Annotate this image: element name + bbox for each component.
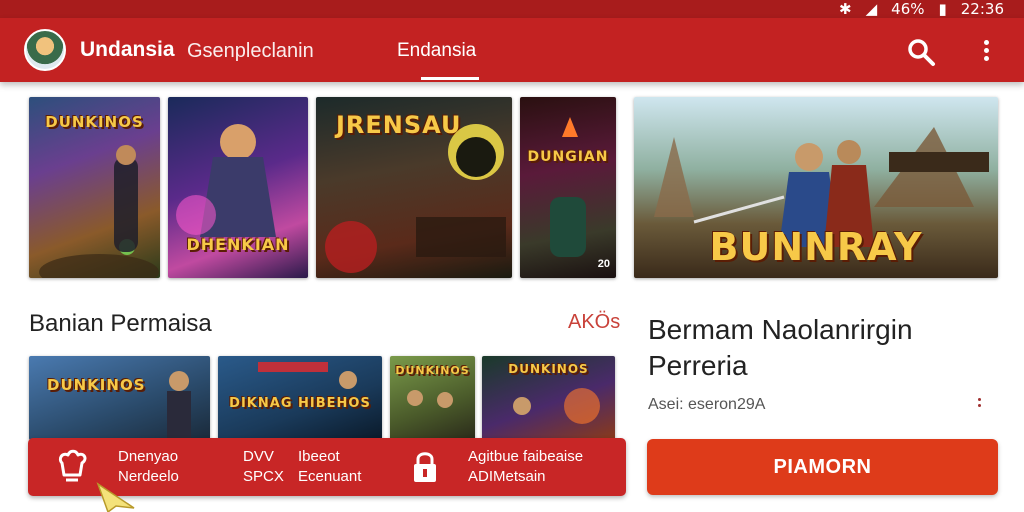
- signal-icon: ◢: [865, 0, 878, 18]
- game-card-art: [167, 371, 191, 440]
- detail-meta: Asei: eseron29A: [648, 396, 766, 413]
- more-vert-icon[interactable]: [975, 37, 997, 67]
- bottom-item-3-line2: Ecenuant: [298, 468, 362, 485]
- game-card-art: [513, 388, 600, 424]
- app-subtitle: Gsenpleclanin: [187, 40, 314, 62]
- bottom-item-2-line2: SPCX: [243, 468, 284, 485]
- game-card-art: [39, 145, 159, 278]
- game-card[interactable]: DIKNAG HIBEHOS: [218, 356, 382, 440]
- game-card[interactable]: JRENSAU: [316, 97, 512, 278]
- play-button[interactable]: PIAMORN: [647, 439, 998, 495]
- detail-more-icon[interactable]: [975, 395, 983, 415]
- game-card[interactable]: DUNGIAN 20: [520, 97, 616, 278]
- tab-active[interactable]: Endansia: [397, 40, 476, 62]
- bottom-item-4[interactable]: Agitbue faibeaise ADIMetsain: [468, 447, 583, 487]
- game-card-art: [550, 117, 586, 257]
- battery-percent: 46%: [891, 0, 925, 18]
- bluetooth-icon: ✱: [839, 0, 852, 18]
- bottom-item-2-line1: DVV: [243, 448, 274, 465]
- game-card[interactable]: DUNKINOS: [29, 97, 160, 278]
- hero-banner-logo: BUNNRAY: [709, 225, 923, 269]
- bottom-item-2[interactable]: DVV SPCX: [243, 447, 284, 487]
- pointer-cursor-icon: [96, 482, 135, 512]
- detail-title: Bermam Naolanrirgin Perreria: [648, 314, 913, 381]
- game-card-logo: DHENKIAN: [186, 235, 290, 254]
- game-card[interactable]: DHENKIAN: [168, 97, 308, 278]
- hero-banner[interactable]: BUNNRAY: [634, 97, 998, 278]
- search-icon[interactable]: [906, 37, 936, 67]
- avatar[interactable]: [24, 29, 66, 71]
- bottom-item-4-line2: ADIMetsain: [468, 468, 546, 485]
- game-card-art: [407, 390, 453, 408]
- game-card[interactable]: DUNKINOS: [482, 356, 615, 440]
- bottom-item-1[interactable]: Dnenyao Nerdeelo: [118, 447, 179, 487]
- status-bar: ✱ ◢ 46% ▮ 22:36: [0, 0, 1024, 18]
- battery-icon: ▮: [938, 0, 947, 18]
- game-card[interactable]: DUNKINOS: [29, 356, 210, 440]
- tab-indicator: [421, 77, 479, 80]
- app-bar: Undansia Gsenpleclanin Endansia: [0, 18, 1024, 82]
- bottom-item-3-line1: Ibeeot: [298, 448, 340, 465]
- bottom-item-3[interactable]: Ibeeot Ecenuant: [298, 447, 361, 487]
- lock-icon[interactable]: [409, 449, 441, 485]
- chef-hat-icon[interactable]: [56, 449, 88, 485]
- section-title: Banian Permaisa: [29, 310, 212, 337]
- bottom-item-1-line1: Dnenyao: [118, 448, 179, 465]
- bottom-item-4-line1: Agitbue faibeaise: [468, 448, 584, 465]
- section-more-link[interactable]: AKÖs: [568, 311, 620, 334]
- game-card-badge: 20: [597, 258, 610, 270]
- status-time: 22:36: [960, 0, 1004, 18]
- app-title: Undansia: [80, 38, 175, 61]
- game-card-art: [325, 124, 506, 273]
- game-card-art: [258, 362, 357, 389]
- game-card[interactable]: DUNKINOS: [390, 356, 475, 440]
